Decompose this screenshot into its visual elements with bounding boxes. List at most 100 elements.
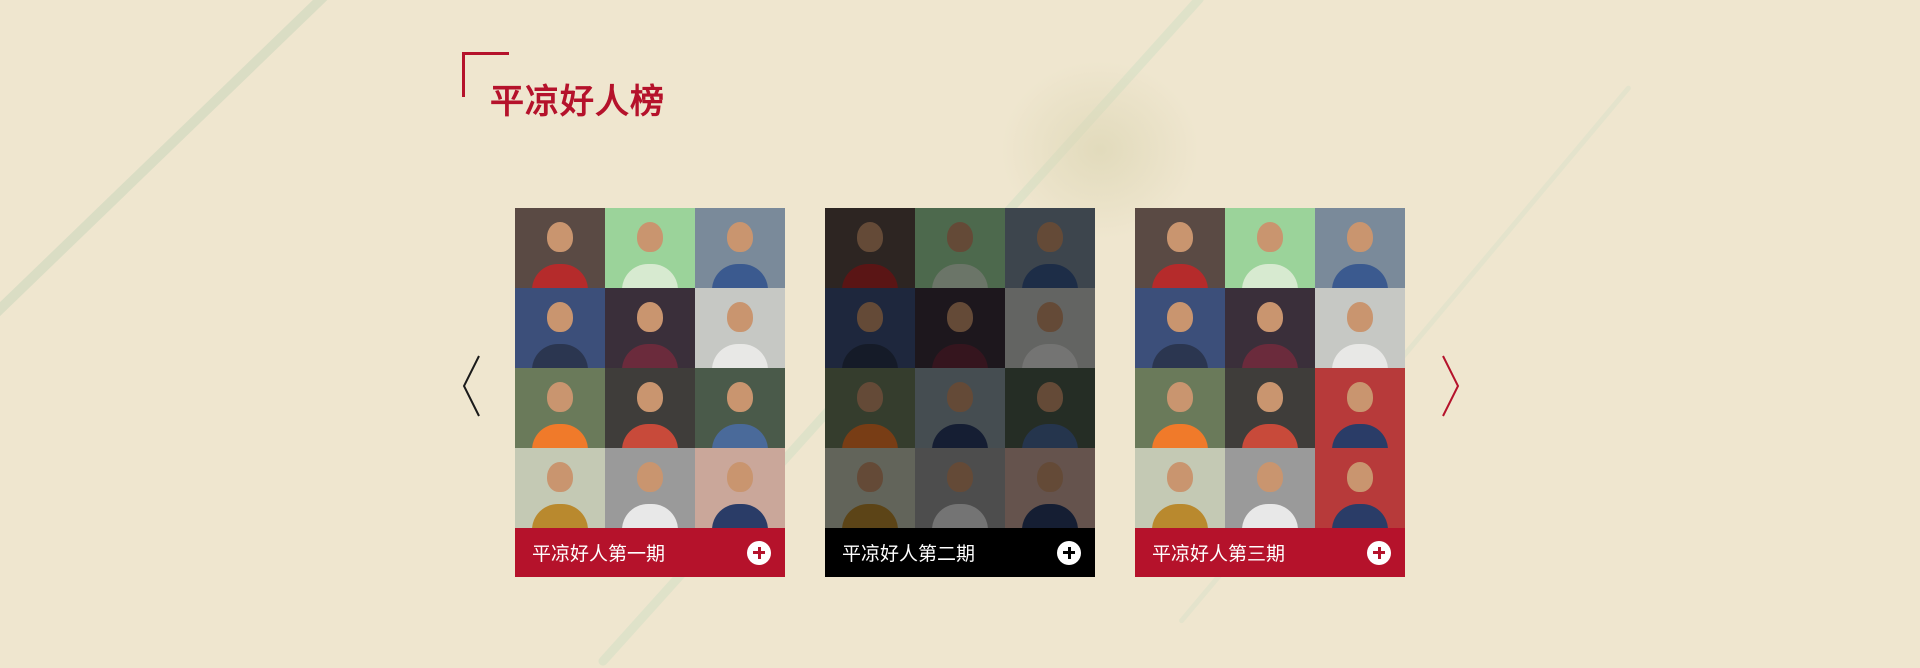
- portrait-figure: [932, 344, 988, 368]
- portrait-face: [1257, 382, 1283, 412]
- portrait-figure: [1152, 344, 1208, 368]
- card-caption: 平凉好人第一期: [515, 528, 785, 577]
- portrait-photo: [605, 368, 695, 448]
- card-title: 平凉好人第三期: [1152, 543, 1286, 565]
- portrait-photo: [1225, 368, 1315, 448]
- portrait-photo: [695, 208, 785, 288]
- portrait-photo: [515, 448, 605, 528]
- portrait-face: [1037, 462, 1063, 492]
- portrait-figure: [842, 264, 898, 288]
- portrait-figure: [932, 264, 988, 288]
- plus-circle-icon[interactable]: [1367, 540, 1391, 565]
- portrait-face: [857, 222, 883, 252]
- portrait-figure: [532, 504, 588, 528]
- portrait-figure: [1022, 424, 1078, 448]
- portrait-figure: [532, 424, 588, 448]
- portrait-figure: [842, 504, 898, 528]
- portrait-figure: [712, 504, 768, 528]
- portrait-photo: [1315, 208, 1405, 288]
- portrait-figure: [1152, 424, 1208, 448]
- portrait-figure: [1152, 264, 1208, 288]
- issue-card-3[interactable]: 平凉好人第三期: [1135, 208, 1405, 577]
- plus-circle-icon[interactable]: [747, 540, 771, 565]
- portrait-face: [857, 302, 883, 332]
- portrait-photo: [915, 208, 1005, 288]
- portrait-photo: [1225, 208, 1315, 288]
- portrait-figure: [1152, 504, 1208, 528]
- photo-mosaic: [1135, 208, 1405, 528]
- portrait-photo: [695, 368, 785, 448]
- portrait-photo: [1225, 288, 1315, 368]
- carousel-prev-button[interactable]: [460, 352, 484, 420]
- portrait-face: [547, 462, 573, 492]
- issue-card-1[interactable]: 平凉好人第一期: [515, 208, 785, 577]
- portrait-face: [1257, 222, 1283, 252]
- portrait-photo: [1135, 208, 1225, 288]
- card-title: 平凉好人第一期: [532, 543, 666, 565]
- portrait-figure: [1242, 504, 1298, 528]
- portrait-photo: [515, 368, 605, 448]
- chevron-right-icon: [1442, 355, 1460, 417]
- background-brush-stroke: [0, 0, 474, 429]
- portrait-figure: [932, 504, 988, 528]
- section-header: 平凉好人榜: [462, 52, 702, 122]
- portrait-face: [1347, 462, 1373, 492]
- portrait-face: [1347, 302, 1373, 332]
- portrait-face: [1037, 382, 1063, 412]
- portrait-photo: [1135, 448, 1225, 528]
- portrait-face: [637, 382, 663, 412]
- portrait-face: [547, 222, 573, 252]
- card-caption: 平凉好人第二期: [825, 528, 1095, 577]
- portrait-face: [637, 302, 663, 332]
- portrait-photo: [1315, 288, 1405, 368]
- portrait-photo: [1005, 448, 1095, 528]
- portrait-photo: [1135, 368, 1225, 448]
- portrait-figure: [532, 344, 588, 368]
- portrait-face: [727, 382, 753, 412]
- portrait-face: [547, 302, 573, 332]
- portrait-face: [1167, 382, 1193, 412]
- portrait-photo: [825, 208, 915, 288]
- portrait-figure: [622, 344, 678, 368]
- portrait-photo: [1225, 448, 1315, 528]
- portrait-face: [947, 302, 973, 332]
- section-title: 平凉好人榜: [490, 82, 665, 122]
- portrait-figure: [1022, 344, 1078, 368]
- portrait-face: [1257, 462, 1283, 492]
- portrait-photo: [1005, 368, 1095, 448]
- portrait-face: [1347, 382, 1373, 412]
- portrait-photo: [605, 448, 695, 528]
- portrait-face: [857, 462, 883, 492]
- portrait-figure: [1332, 424, 1388, 448]
- portrait-figure: [622, 424, 678, 448]
- issue-card-2[interactable]: 平凉好人第二期: [825, 208, 1095, 577]
- carousel-next-button[interactable]: [1438, 352, 1462, 420]
- portrait-figure: [622, 504, 678, 528]
- photo-mosaic: [515, 208, 785, 528]
- portrait-figure: [842, 424, 898, 448]
- card-caption: 平凉好人第三期: [1135, 528, 1405, 577]
- portrait-photo: [695, 448, 785, 528]
- portrait-face: [947, 382, 973, 412]
- portrait-photo: [1005, 288, 1095, 368]
- portrait-photo: [1135, 288, 1225, 368]
- portrait-face: [637, 222, 663, 252]
- portrait-face: [1347, 222, 1373, 252]
- portrait-face: [727, 222, 753, 252]
- portrait-photo: [695, 288, 785, 368]
- portrait-photo: [825, 448, 915, 528]
- card-title: 平凉好人第二期: [842, 543, 976, 565]
- portrait-figure: [1242, 344, 1298, 368]
- portrait-photo: [1005, 208, 1095, 288]
- portrait-face: [1167, 222, 1193, 252]
- portrait-figure: [932, 424, 988, 448]
- plus-circle-icon[interactable]: [1057, 540, 1081, 565]
- portrait-photo: [515, 288, 605, 368]
- portrait-face: [947, 222, 973, 252]
- portrait-figure: [622, 264, 678, 288]
- portrait-figure: [532, 264, 588, 288]
- portrait-figure: [1242, 424, 1298, 448]
- portrait-figure: [712, 264, 768, 288]
- portrait-photo: [825, 288, 915, 368]
- portrait-figure: [1022, 264, 1078, 288]
